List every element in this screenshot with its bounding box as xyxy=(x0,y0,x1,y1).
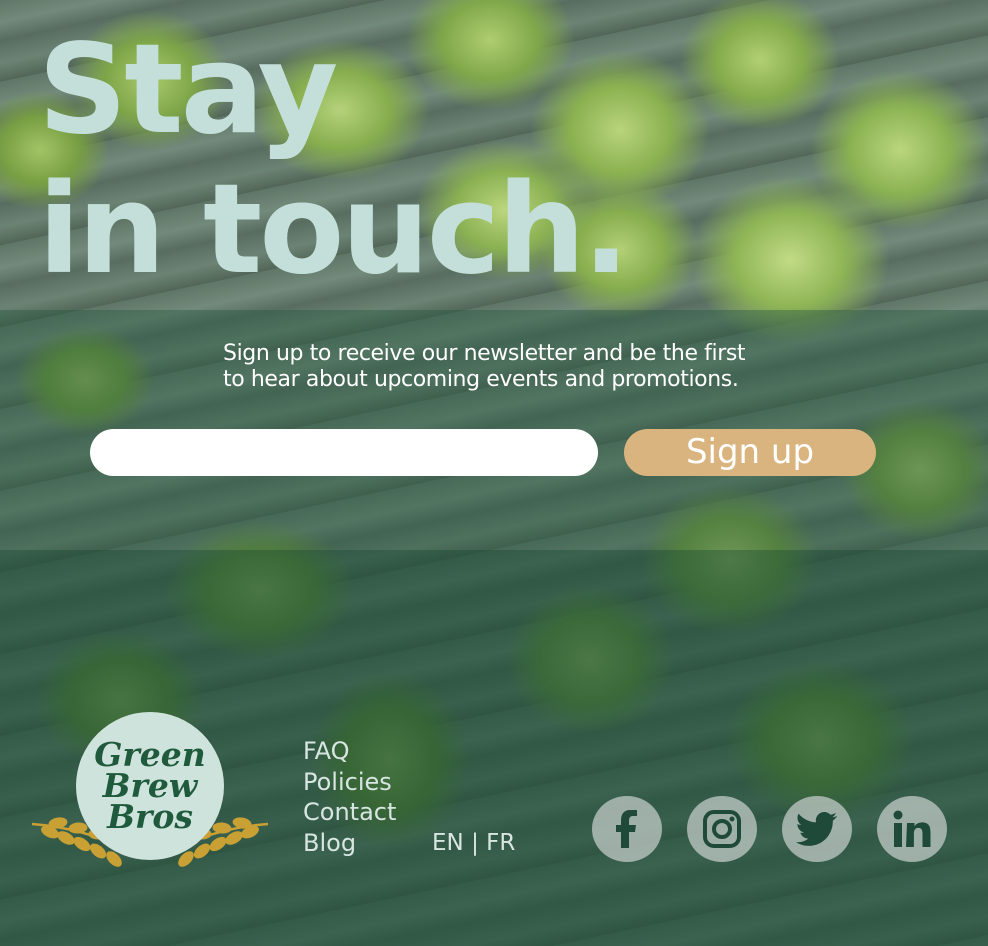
headline: Stay in touch. xyxy=(38,20,638,300)
lang-fr[interactable]: FR xyxy=(486,830,515,856)
footer-link-blog[interactable]: Blog xyxy=(303,828,396,859)
newsletter-description: Sign up to receive our newsletter and be… xyxy=(223,341,783,393)
twitter-icon[interactable] xyxy=(782,796,852,862)
newsletter-text-line-2: to hear about upcoming events and promot… xyxy=(223,367,739,392)
facebook-glyph xyxy=(616,810,637,848)
headline-line-2: in touch. xyxy=(38,158,630,302)
green-brew-bros-logo[interactable]: Green Brew Bros xyxy=(28,710,272,880)
lang-en[interactable]: EN xyxy=(432,830,464,856)
linkedin-glyph xyxy=(893,810,931,847)
newsletter-text-line-1: Sign up to receive our newsletter and be… xyxy=(223,341,746,366)
facebook-icon[interactable] xyxy=(592,796,662,862)
email-input[interactable] xyxy=(90,429,598,476)
linkedin-icon[interactable] xyxy=(877,796,947,862)
headline-line-1: Stay xyxy=(38,18,338,162)
footer-link-faq[interactable]: FAQ xyxy=(303,736,396,767)
lang-separator: | xyxy=(471,830,479,856)
footer-nav: FAQ Policies Contact Blog xyxy=(303,736,396,858)
logo-text-bros: Bros xyxy=(106,797,193,836)
instagram-icon[interactable] xyxy=(687,796,757,862)
instagram-glyph xyxy=(703,810,741,848)
footer-link-contact[interactable]: Contact xyxy=(303,797,396,828)
sign-up-button[interactable]: Sign up xyxy=(624,429,876,476)
logo-graphic: Green Brew Bros xyxy=(31,712,269,867)
twitter-glyph xyxy=(796,812,837,846)
language-switcher: EN | FR xyxy=(432,830,515,856)
social-links xyxy=(592,796,947,862)
footer-link-policies[interactable]: Policies xyxy=(303,767,396,798)
